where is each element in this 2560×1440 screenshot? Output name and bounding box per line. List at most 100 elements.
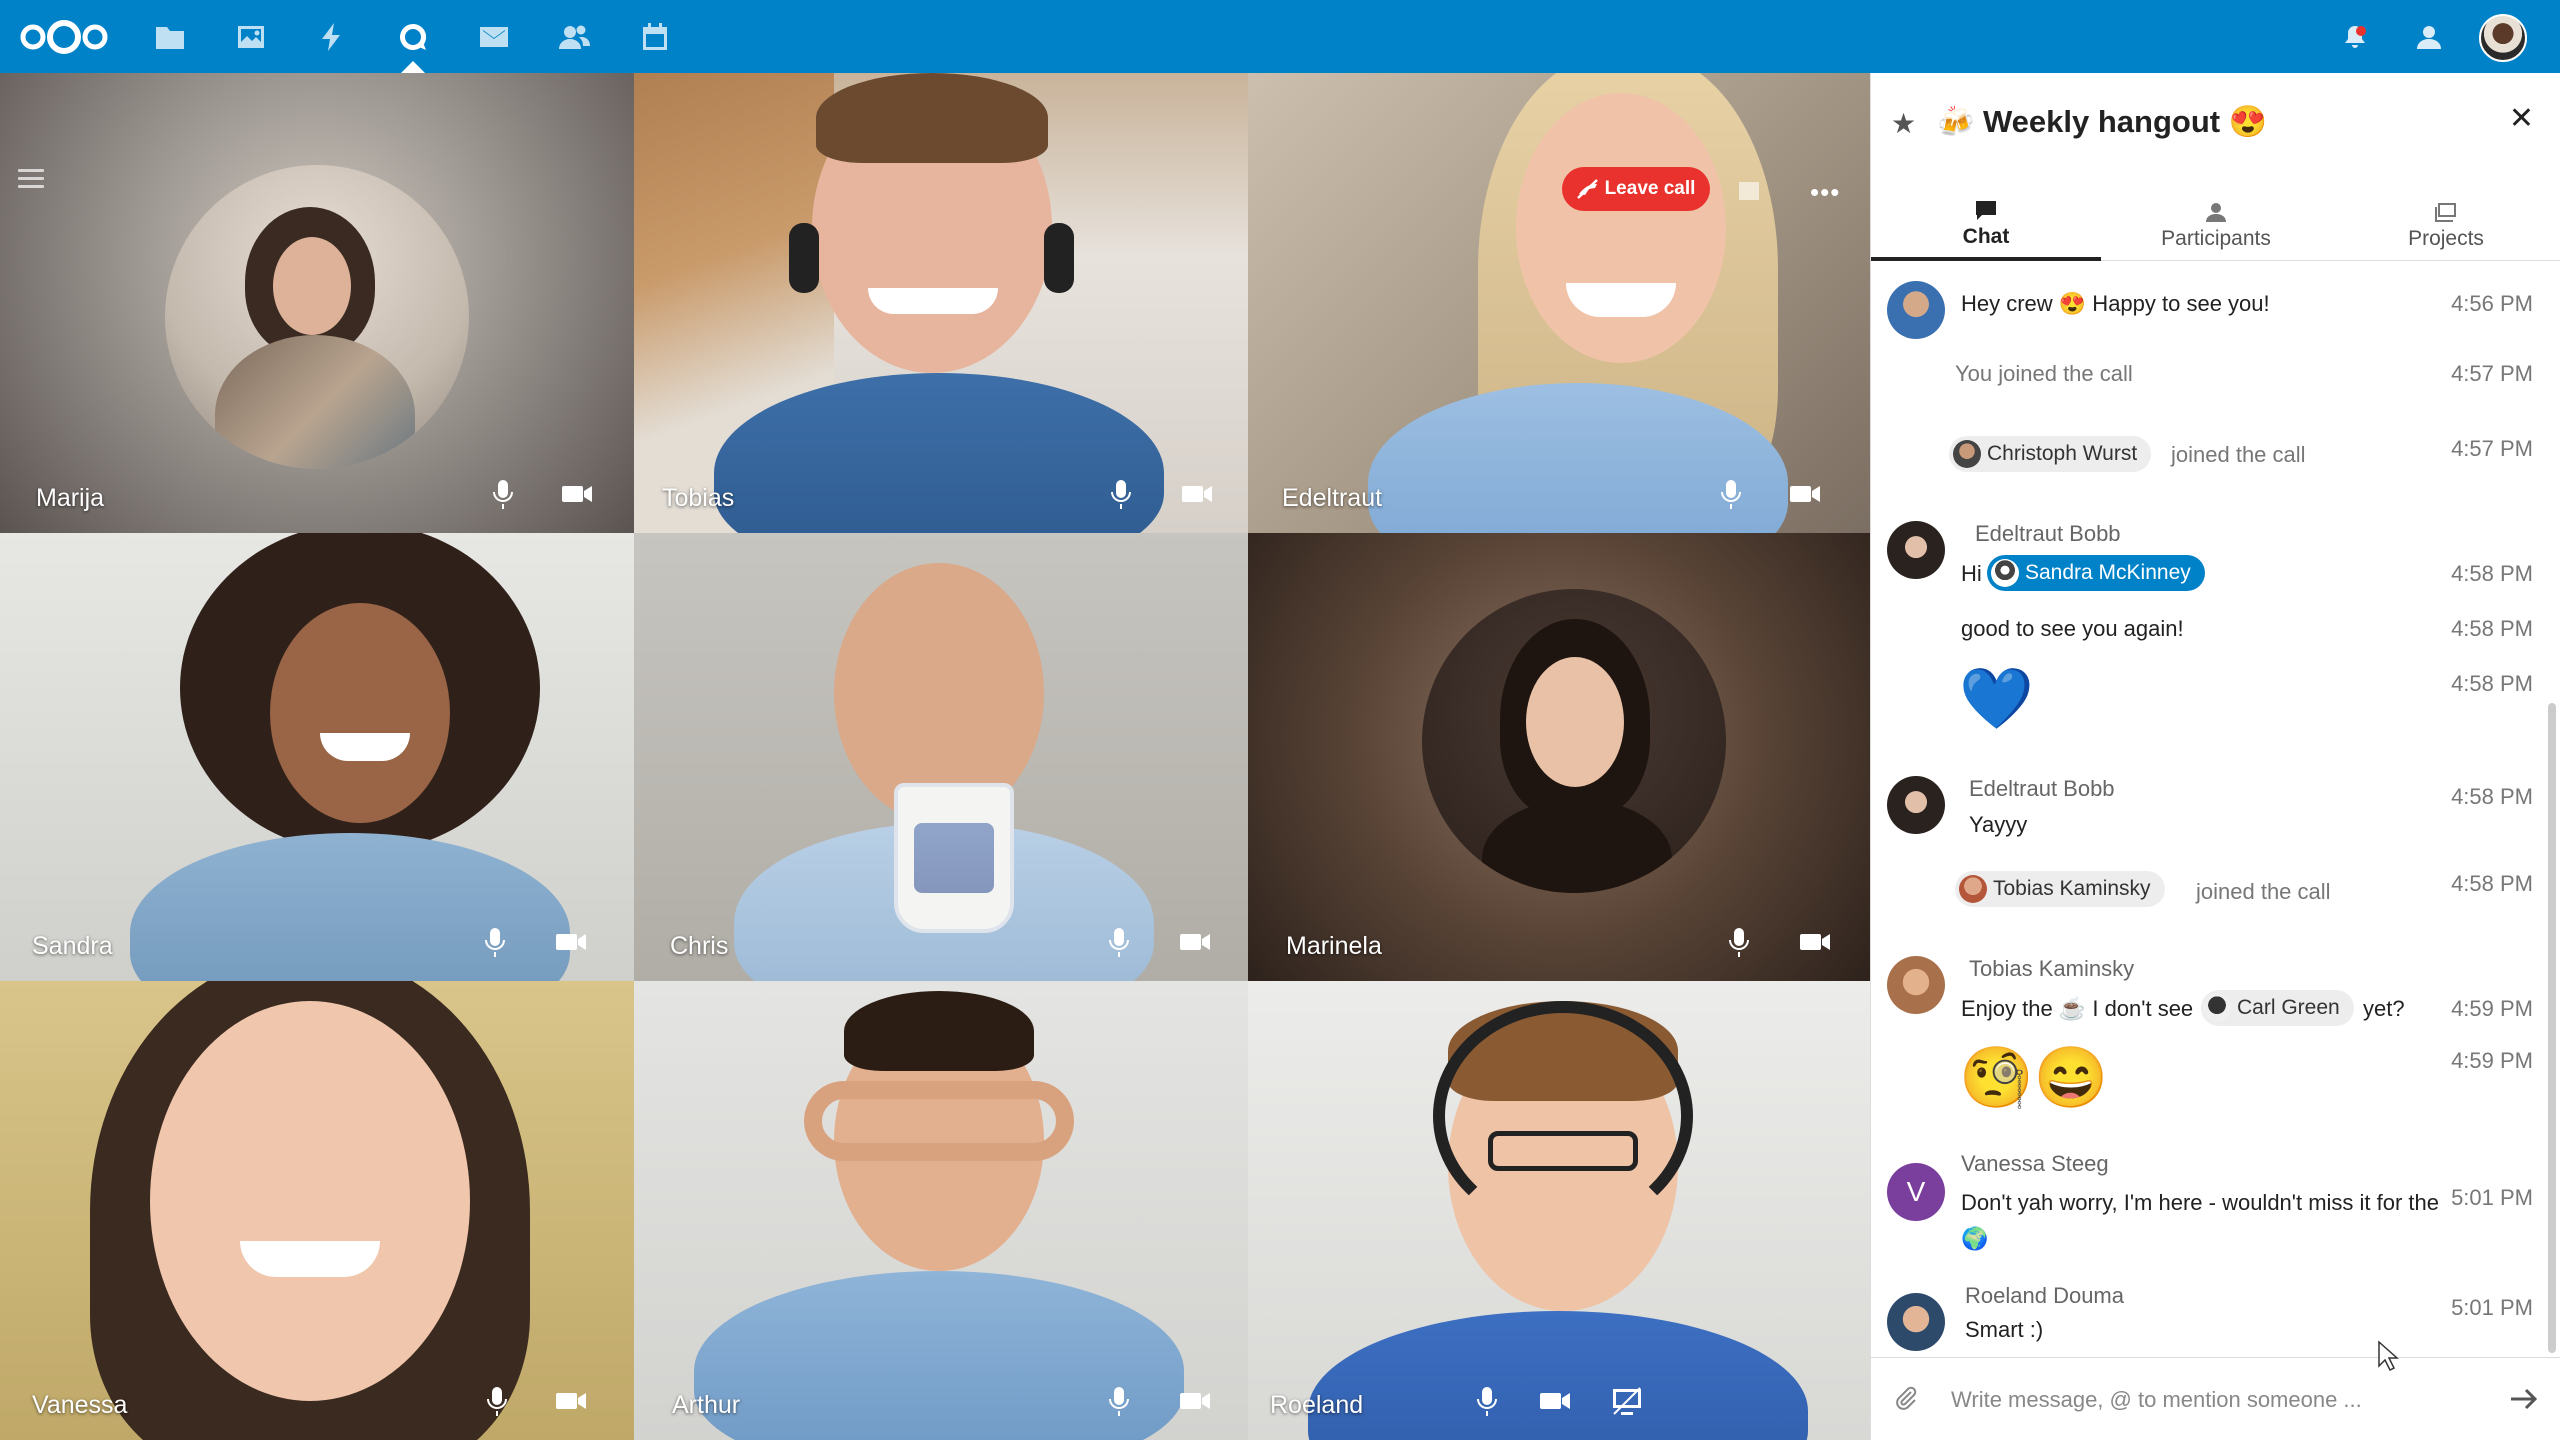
video-camera-icon[interactable] bbox=[554, 1384, 588, 1418]
mug-pattern bbox=[914, 823, 994, 893]
leave-call-button[interactable]: Leave call bbox=[1562, 167, 1710, 211]
video-camera-icon[interactable] bbox=[554, 925, 588, 959]
microphone-icon[interactable] bbox=[1722, 925, 1756, 959]
grid-view-icon[interactable] bbox=[1738, 181, 1760, 201]
video-camera-icon[interactable] bbox=[1788, 477, 1822, 511]
video-camera-icon[interactable] bbox=[1178, 925, 1212, 959]
microphone-icon[interactable] bbox=[486, 477, 520, 511]
video-tile-marinela[interactable]: Marinela bbox=[1248, 533, 1870, 981]
tab-label: Participants bbox=[2161, 227, 2271, 250]
notifications-icon[interactable] bbox=[2340, 22, 2370, 52]
talk-icon[interactable] bbox=[396, 20, 430, 54]
microphone-icon[interactable] bbox=[478, 925, 512, 959]
avatar[interactable] bbox=[1887, 956, 1945, 1014]
user-avatar[interactable] bbox=[2479, 14, 2527, 62]
mention-pill[interactable]: Christoph Wurst bbox=[1949, 436, 2152, 472]
message-author: Vanessa Steeg bbox=[1961, 1151, 2109, 1176]
avatar[interactable]: V bbox=[1887, 1163, 1945, 1221]
mention-pill[interactable]: Sandra McKinney bbox=[1987, 555, 2205, 591]
close-icon[interactable]: ✕ bbox=[2509, 101, 2534, 136]
message-time: 4:57 PM bbox=[2451, 436, 2533, 461]
favorite-star-icon[interactable]: ★ bbox=[1891, 107, 1916, 140]
mention-avatar bbox=[1959, 875, 1987, 903]
screen-share-icon[interactable] bbox=[1610, 1384, 1644, 1418]
message-text: Hi bbox=[1961, 561, 1982, 586]
heart-eyes-emoji: 😍 bbox=[2228, 104, 2268, 139]
video-tile-chris[interactable]: Chris bbox=[634, 533, 1248, 981]
microphone-icon[interactable] bbox=[1102, 925, 1136, 959]
mention-pill[interactable]: Carl Green bbox=[2201, 990, 2354, 1026]
video-tile-vanessa[interactable]: Vanessa bbox=[0, 981, 634, 1440]
video-tile-roeland[interactable]: Roeland bbox=[1248, 981, 1870, 1440]
more-options-icon[interactable]: ••• bbox=[1810, 177, 1840, 208]
participant-hair bbox=[844, 991, 1034, 1071]
message-text: Hey crew 😍 Happy to see you! bbox=[1961, 291, 2270, 316]
participant-name: Marija bbox=[36, 484, 105, 512]
contacts-menu-icon[interactable] bbox=[2414, 22, 2444, 52]
chat-scrollbar[interactable] bbox=[2548, 703, 2556, 1353]
glasses bbox=[1488, 1131, 1638, 1171]
video-camera-icon[interactable] bbox=[1178, 1384, 1212, 1418]
avatar[interactable] bbox=[1887, 521, 1945, 579]
message-author: Tobias Kaminsky bbox=[1969, 956, 2135, 981]
message-time: 4:57 PM bbox=[2451, 361, 2533, 386]
message-emoji: 💙 bbox=[1959, 665, 2034, 732]
video-tile-edeltraut[interactable]: Edeltraut bbox=[1248, 73, 1870, 533]
video-camera-icon[interactable] bbox=[1798, 925, 1832, 959]
avatar[interactable] bbox=[1887, 281, 1945, 339]
top-navigation-bar bbox=[0, 0, 2560, 73]
participant-body bbox=[1308, 1311, 1808, 1440]
nextcloud-logo[interactable] bbox=[18, 18, 110, 56]
tab-label: Projects bbox=[2408, 227, 2484, 250]
mention-wrapper: Sandra McKinney bbox=[1987, 555, 2205, 592]
mention-avatar bbox=[2203, 994, 2231, 1022]
phone-hangup-icon bbox=[1576, 179, 1598, 199]
attachment-icon[interactable] bbox=[1893, 1386, 1919, 1412]
mention-name: Sandra McKinney bbox=[2025, 561, 2191, 584]
contacts-icon[interactable] bbox=[557, 20, 591, 54]
participant-name: Sandra bbox=[32, 932, 113, 960]
microphone-icon[interactable] bbox=[1714, 477, 1748, 511]
mail-icon[interactable] bbox=[477, 20, 511, 54]
mention-name: Christoph Wurst bbox=[1987, 442, 2138, 465]
avatar[interactable] bbox=[1887, 1293, 1945, 1351]
microphone-icon[interactable] bbox=[1470, 1384, 1504, 1418]
message-time: 4:59 PM bbox=[2451, 1048, 2533, 1073]
microphone-icon[interactable] bbox=[1104, 477, 1138, 511]
mention-wrapper: Carl Green bbox=[2201, 990, 2354, 1027]
participant-avatar bbox=[1422, 589, 1726, 893]
tab-label: Chat bbox=[1962, 225, 2010, 248]
menu-toggle-icon[interactable] bbox=[18, 169, 44, 191]
chat-message-list: Hey crew 😍 Happy to see you! 4:56 PM You… bbox=[1871, 271, 2560, 1356]
message-time: 4:58 PM bbox=[2451, 561, 2533, 586]
message-text: yet? bbox=[2363, 996, 2405, 1021]
video-tile-marija[interactable]: Marija bbox=[0, 73, 634, 533]
photos-icon[interactable] bbox=[234, 20, 268, 54]
calendar-icon[interactable] bbox=[638, 20, 672, 54]
microphone-icon[interactable] bbox=[480, 1384, 514, 1418]
send-icon[interactable] bbox=[2507, 1382, 2541, 1416]
smile bbox=[240, 1241, 380, 1277]
video-tile-tobias[interactable]: Tobias bbox=[634, 73, 1248, 533]
participant-name: Marinela bbox=[1286, 932, 1382, 960]
leave-call-label: Leave call bbox=[1604, 178, 1696, 199]
conversation-title: 🍻 Weekly hangout 😍 bbox=[1937, 103, 2267, 140]
smile bbox=[320, 733, 410, 761]
video-camera-icon[interactable] bbox=[1180, 477, 1214, 511]
tab-participants[interactable]: Participants bbox=[2101, 191, 2331, 261]
activity-icon[interactable] bbox=[315, 20, 349, 54]
video-camera-icon[interactable] bbox=[560, 477, 594, 511]
video-tile-arthur[interactable]: Arthur bbox=[634, 981, 1248, 1440]
files-icon[interactable] bbox=[153, 20, 187, 54]
microphone-icon[interactable] bbox=[1102, 1384, 1136, 1418]
video-tile-sandra[interactable]: Sandra bbox=[0, 533, 634, 981]
mention-pill[interactable]: Tobias Kaminsky bbox=[1955, 871, 2165, 907]
headset bbox=[789, 223, 819, 293]
message-input[interactable]: Write message, @ to mention someone ... bbox=[1951, 1380, 2471, 1420]
tab-projects[interactable]: Projects bbox=[2331, 191, 2560, 261]
avatar[interactable] bbox=[1887, 776, 1945, 834]
tab-chat[interactable]: Chat bbox=[1871, 191, 2101, 261]
message-composer: Write message, @ to mention someone ... bbox=[1871, 1357, 2560, 1440]
video-camera-icon[interactable] bbox=[1538, 1384, 1572, 1418]
mention-name: Carl Green bbox=[2237, 996, 2340, 1019]
